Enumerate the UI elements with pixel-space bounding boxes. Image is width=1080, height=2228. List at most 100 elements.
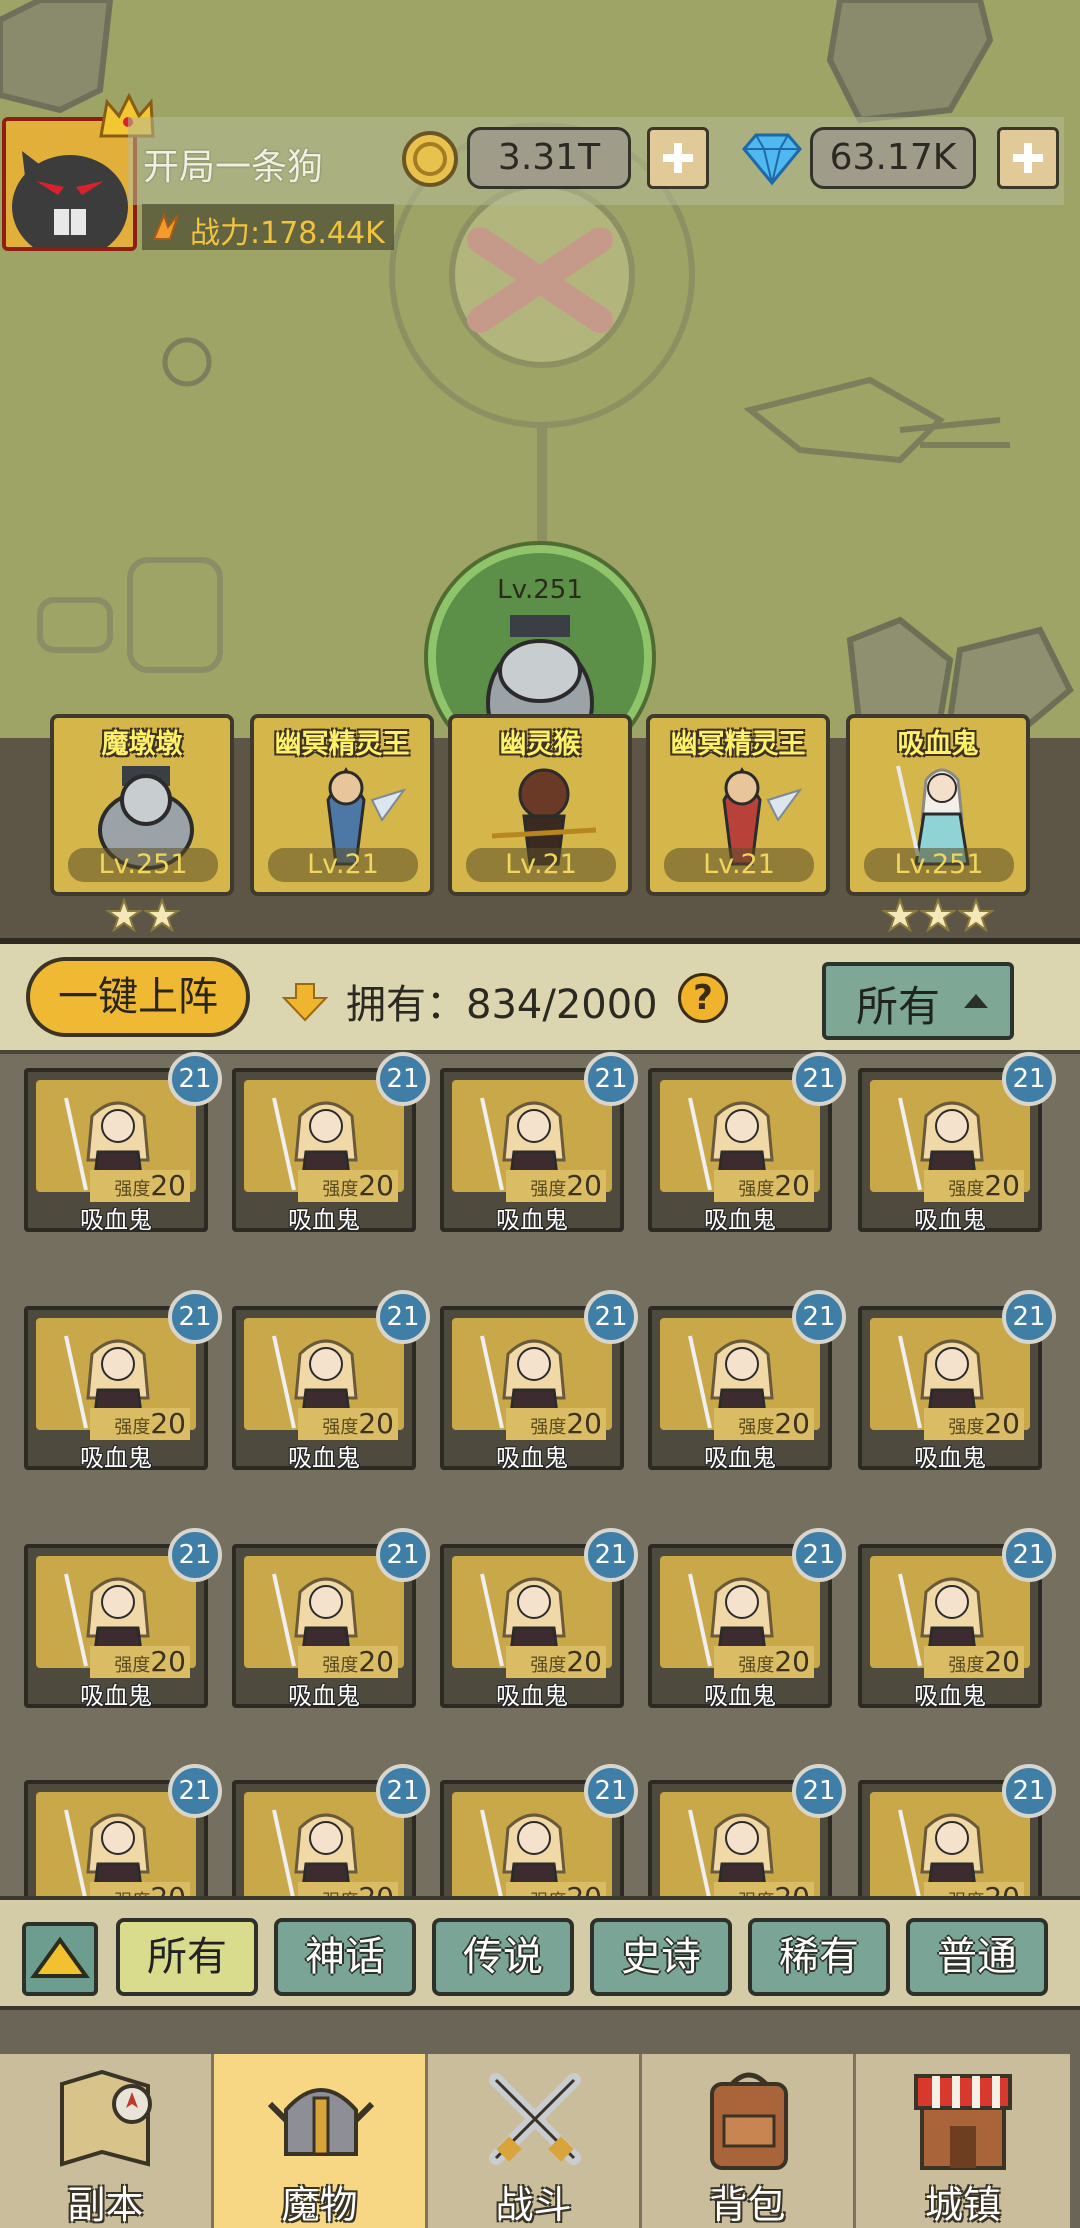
tab-common[interactable]: 普通 — [906, 1918, 1048, 1996]
strength-label: 强度 — [948, 1417, 985, 1438]
level-badge: 21 — [168, 1052, 222, 1106]
level-badge: 21 — [1002, 1764, 1056, 1818]
strength-label: 强度 — [322, 1417, 359, 1438]
strength-value: 20 — [150, 1407, 186, 1440]
strength-label: 强度 — [738, 1179, 775, 1200]
monster-name: 吸血鬼 — [80, 1682, 152, 1710]
lineup-level: Lv.21 — [466, 848, 616, 882]
strength-value: 20 — [774, 1407, 810, 1440]
strength-label: 强度 — [530, 1417, 567, 1438]
lineup-slot-3[interactable]: 幽灵猴 Lv.21 — [448, 714, 632, 896]
monster-name: 吸血鬼 — [496, 1206, 568, 1234]
level-badge: 21 — [792, 1052, 846, 1106]
nav-dungeon[interactable]: 副本 — [0, 2054, 214, 2228]
strength-tag: 强度20 — [924, 1170, 1024, 1202]
star-icon — [920, 898, 956, 932]
level-badge: 21 — [1002, 1528, 1056, 1582]
monster-name: 吸血鬼 — [80, 1444, 152, 1472]
nav-gap — [0, 2010, 1080, 2054]
strength-tag: 强度20 — [298, 1170, 398, 1202]
lineup-slot-4[interactable]: 幽冥精灵王 Lv.21 — [646, 714, 830, 896]
monster-helmet-icon — [267, 2088, 375, 2156]
gem-amount: 63.17K — [810, 127, 976, 189]
strength-tag: 强度20 — [714, 1646, 814, 1678]
monster-card[interactable]: 强度20 吸血鬼 21 — [24, 1290, 222, 1472]
monster-card[interactable]: 强度20 吸血鬼 21 — [232, 1528, 430, 1710]
monster-name: 吸血鬼 — [914, 1444, 986, 1472]
star-icon — [144, 898, 180, 932]
strength-value: 20 — [984, 1645, 1020, 1678]
nav-label: 城镇 — [924, 2183, 1001, 2227]
strength-tag: 强度20 — [506, 1170, 606, 1202]
monster-card[interactable]: 强度20 吸血鬼 21 — [232, 1052, 430, 1234]
strength-label: 强度 — [322, 1655, 359, 1676]
lineup-slot-5[interactable]: 吸血鬼 Lv.251 — [846, 714, 1030, 896]
monster-card[interactable]: 强度20 吸血鬼 21 — [440, 1052, 638, 1234]
lineup-name: 幽冥精灵王 — [670, 729, 806, 760]
lineup-name: 幽冥精灵王 — [274, 729, 410, 760]
strength-tag: 强度20 — [298, 1646, 398, 1678]
level-badge: 21 — [584, 1764, 638, 1818]
tab-mythic[interactable]: 神话 — [274, 1918, 416, 1996]
strength-value: 20 — [358, 1169, 394, 1202]
help-icon[interactable]: ? — [678, 973, 728, 1023]
strength-tag: 强度20 — [506, 1408, 606, 1440]
strength-value: 20 — [566, 1169, 602, 1202]
lineup-slot-1[interactable]: 魔墩墩 Lv.251 — [50, 714, 234, 896]
add-coins-button[interactable] — [647, 127, 709, 189]
nav-label: 副本 — [67, 2183, 144, 2227]
tab-rare[interactable]: 稀有 — [748, 1918, 890, 1996]
owned-count: 拥有：834/2000 — [346, 982, 658, 1028]
monster-card[interactable]: 强度20 吸血鬼 21 — [648, 1290, 846, 1472]
level-badge: 21 — [1002, 1052, 1056, 1106]
monster-card[interactable]: 强度20 吸血鬼 21 — [24, 1052, 222, 1234]
monster-card[interactable]: 强度20 吸血鬼 21 — [858, 1290, 1056, 1472]
level-badge: 21 — [792, 1764, 846, 1818]
down-arrow-icon — [282, 983, 328, 1022]
add-gems-button[interactable] — [997, 127, 1059, 189]
level-badge: 21 — [584, 1528, 638, 1582]
nav-monsters[interactable]: 魔物 — [214, 2054, 428, 2228]
strength-value: 20 — [566, 1407, 602, 1440]
tab-all[interactable]: 所有 — [116, 1918, 258, 1996]
auto-deploy-button[interactable]: 一键上阵 — [26, 957, 250, 1037]
strength-label: 强度 — [530, 1179, 567, 1200]
tab-epic[interactable]: 史诗 — [590, 1918, 732, 1996]
star-icon — [106, 898, 142, 932]
strength-tag: 强度20 — [90, 1408, 190, 1440]
strength-value: 20 — [774, 1169, 810, 1202]
nav-backpack[interactable]: 背包 — [642, 2054, 856, 2228]
monster-name: 吸血鬼 — [80, 1206, 152, 1234]
collapse-button[interactable] — [22, 1922, 98, 1996]
monster-card[interactable]: 强度20 吸血鬼 21 — [232, 1290, 430, 1472]
level-badge: 21 — [584, 1290, 638, 1344]
monster-card[interactable]: 强度20 吸血鬼 21 — [440, 1290, 638, 1472]
nav-battle[interactable]: 战斗 — [428, 2054, 642, 2228]
nav-label: 背包 — [709, 2183, 786, 2227]
power-icon — [152, 212, 179, 240]
nav-town[interactable]: 城镇 — [856, 2054, 1070, 2228]
strength-label: 强度 — [322, 1179, 359, 1200]
level-badge: 21 — [376, 1052, 430, 1106]
monster-card[interactable]: 强度20 吸血鬼 21 — [858, 1052, 1056, 1234]
monster-card[interactable]: 强度20 吸血鬼 21 — [648, 1528, 846, 1710]
strength-value: 20 — [774, 1645, 810, 1678]
lineup-slot-2[interactable]: 幽冥精灵王 Lv.21 — [250, 714, 434, 896]
monster-card[interactable]: 强度20 吸血鬼 21 — [24, 1528, 222, 1710]
strength-label: 强度 — [948, 1179, 985, 1200]
star-icon — [882, 898, 918, 932]
level-badge: 21 — [168, 1528, 222, 1582]
level-badge: 21 — [376, 1290, 430, 1344]
tab-legendary[interactable]: 传说 — [432, 1918, 574, 1996]
monster-card[interactable]: 强度20 吸血鬼 21 — [648, 1052, 846, 1234]
strength-value: 20 — [150, 1645, 186, 1678]
monster-name: 吸血鬼 — [288, 1444, 360, 1472]
monster-card[interactable]: 强度20 吸血鬼 21 — [858, 1528, 1056, 1710]
monster-card[interactable]: 强度20 吸血鬼 21 — [440, 1528, 638, 1710]
level-badge: 21 — [376, 1528, 430, 1582]
lineup-1-stars — [106, 898, 180, 932]
lineup-name: 吸血鬼 — [897, 729, 979, 760]
strength-value: 20 — [984, 1407, 1020, 1440]
level-badge: 21 — [168, 1764, 222, 1818]
strength-value: 20 — [358, 1645, 394, 1678]
